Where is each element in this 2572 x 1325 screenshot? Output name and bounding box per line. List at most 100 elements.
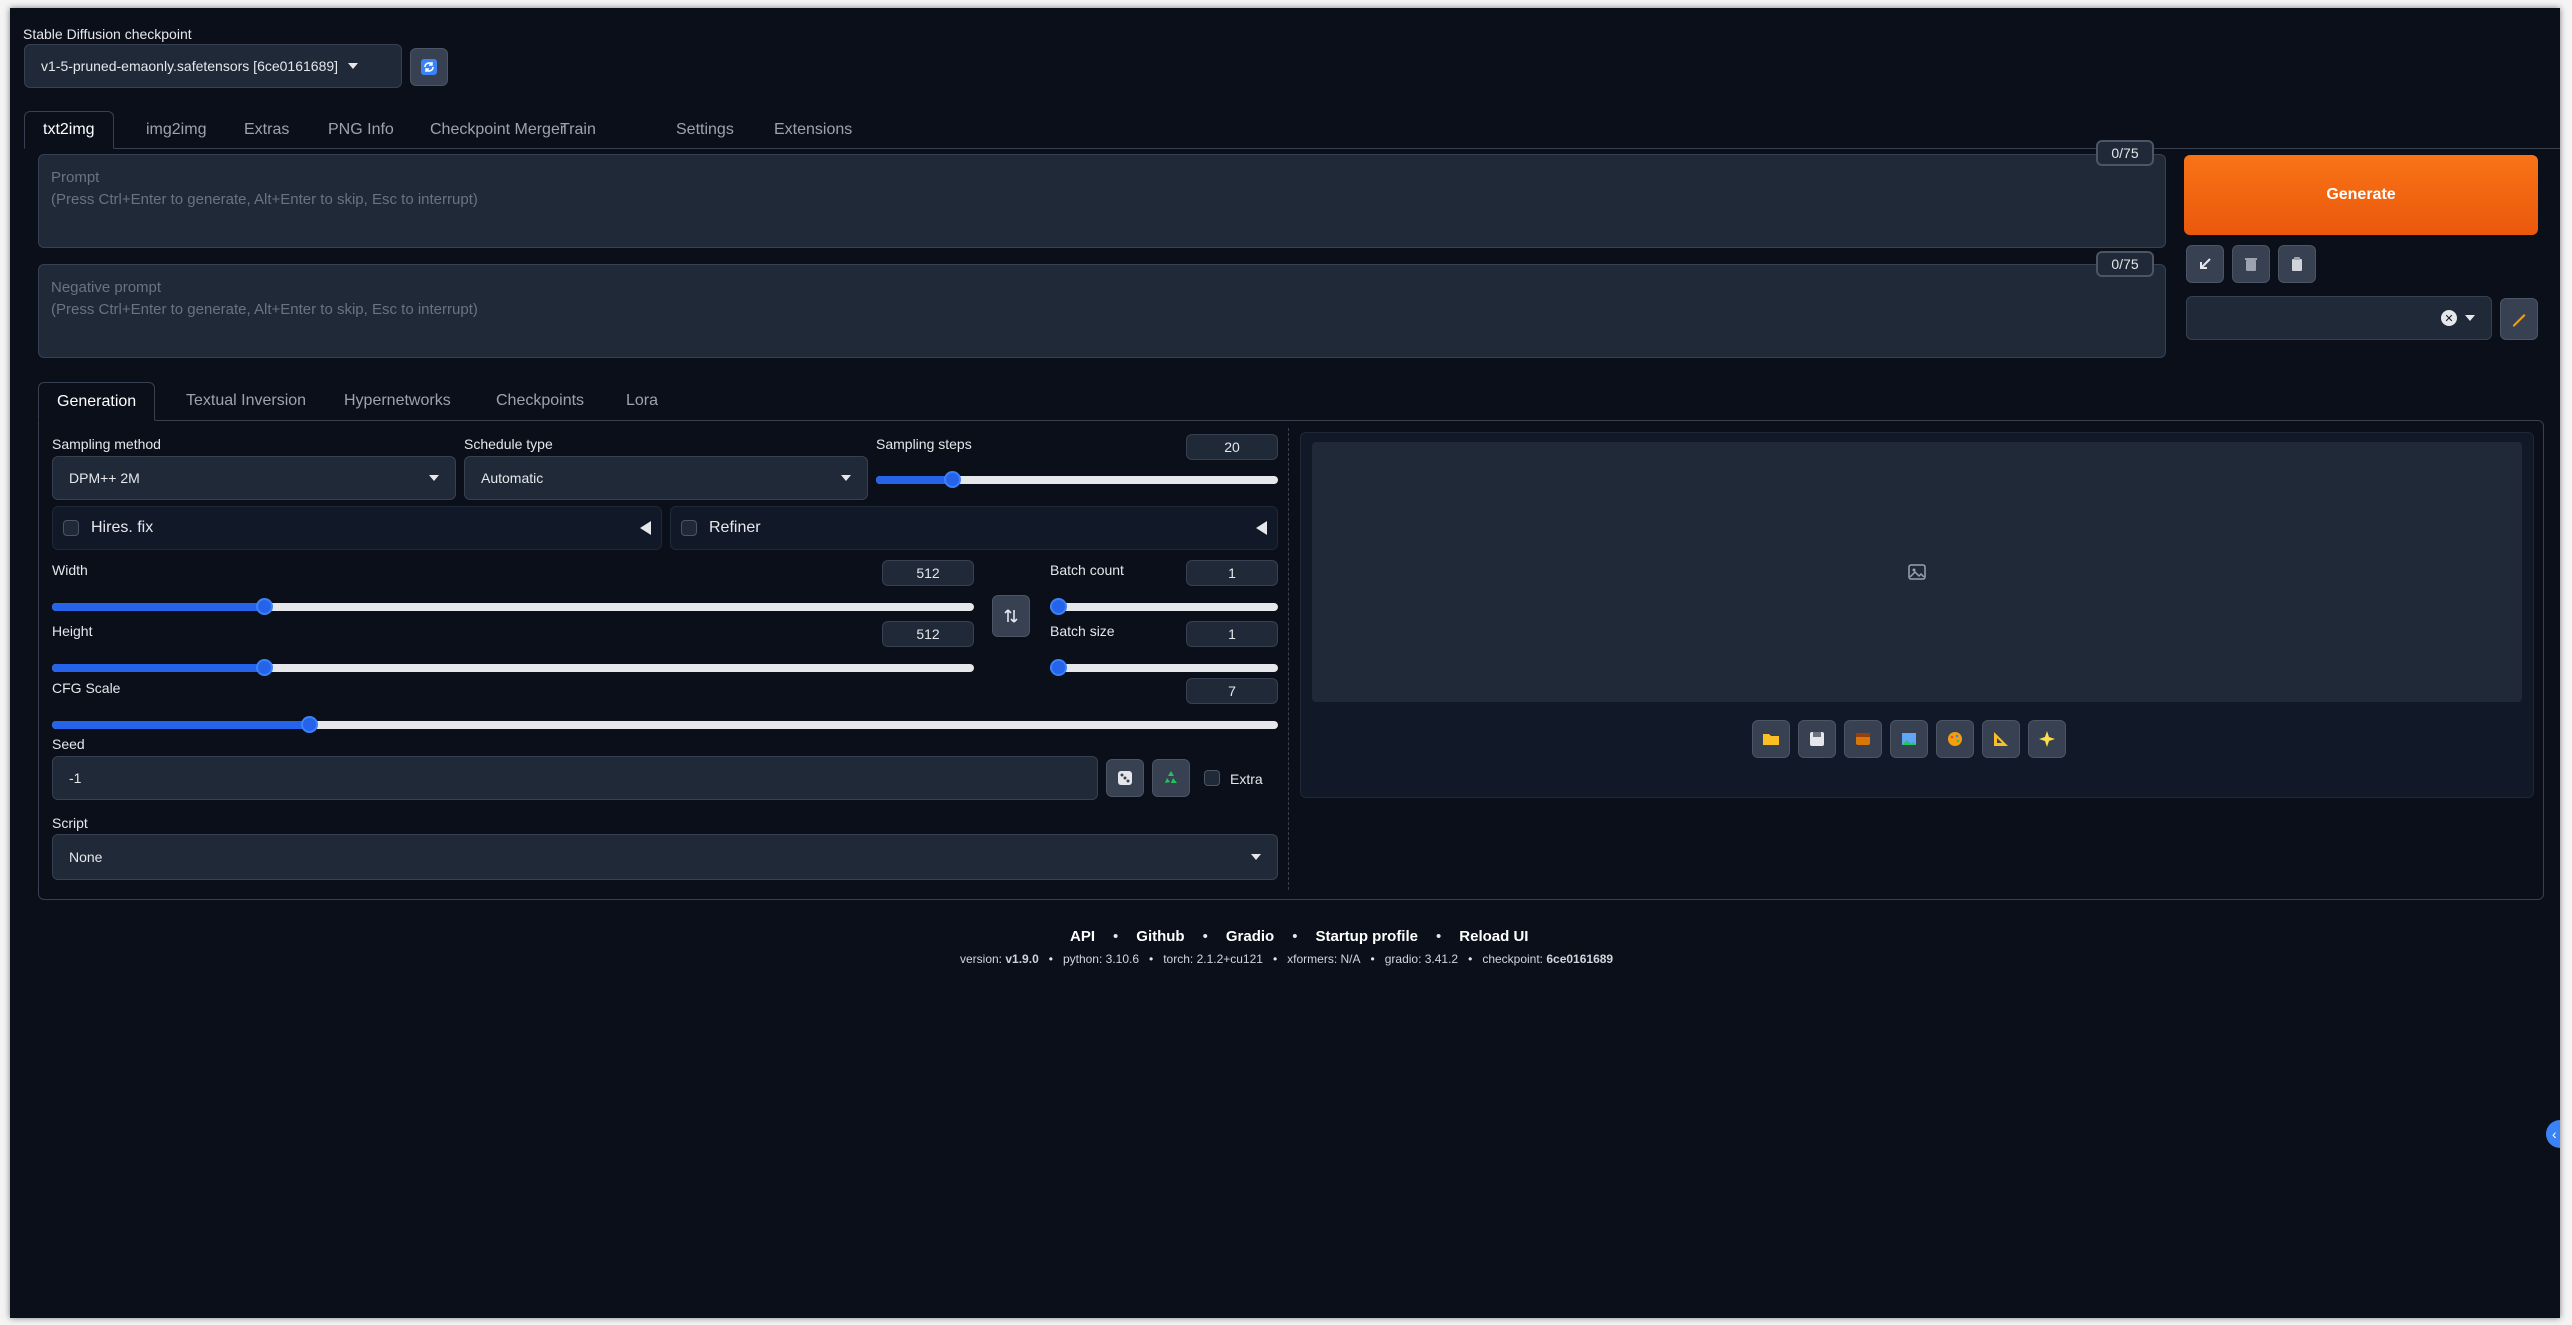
seed-input[interactable]: -1	[52, 756, 1098, 800]
tab-hypernetworks[interactable]: Hypernetworks	[326, 382, 469, 420]
paste-styles-button[interactable]	[2278, 245, 2316, 283]
refresh-checkpoint-button[interactable]	[410, 48, 448, 86]
tab-train[interactable]: Train	[542, 111, 614, 149]
slider-thumb[interactable]	[944, 471, 962, 488]
width-label: Width	[52, 562, 88, 578]
slider-fill	[52, 721, 310, 729]
checkpoint-value: v1-5-pruned-emaonly.safetensors [6ce0161…	[41, 58, 339, 74]
footer-links: API • Github • Gradio • Startup profile …	[1070, 928, 1528, 945]
refiner-accordion[interactable]: Refiner	[670, 506, 1278, 550]
batch-count-input[interactable]: 1	[1186, 560, 1278, 586]
footer-link-startup-profile[interactable]: Startup profile	[1315, 928, 1418, 945]
batch-size-input[interactable]: 1	[1186, 621, 1278, 647]
negative-prompt-textarea[interactable]: Negative prompt (Press Ctrl+Enter to gen…	[38, 264, 2166, 358]
tab-generation[interactable]: Generation	[38, 382, 156, 421]
negative-prompt-label: Negative prompt	[51, 279, 162, 296]
arrow-icon	[2200, 258, 2211, 269]
sampling-steps-label: Sampling steps	[876, 436, 972, 452]
tab-img2img[interactable]: img2img	[128, 111, 224, 149]
cfg-scale-slider[interactable]	[52, 716, 1278, 733]
schedule-type-value: Automatic	[481, 470, 544, 486]
schedule-type-dropdown[interactable]: Automatic	[464, 456, 868, 500]
sampling-method-value: DPM++ 2M	[69, 470, 140, 486]
tab-extensions[interactable]: Extensions	[756, 111, 870, 149]
send-to-inpaint-button[interactable]	[1936, 720, 1974, 758]
checkpoint-label: Stable Diffusion checkpoint	[23, 26, 192, 42]
slider-thumb[interactable]	[1050, 598, 1067, 615]
zip-button[interactable]	[1844, 720, 1882, 758]
slider-thumb[interactable]	[256, 659, 274, 676]
tab-extras[interactable]: Extras	[226, 111, 307, 149]
batch-size-slider[interactable]	[1050, 659, 1278, 676]
sampling-steps-input[interactable]: 20	[1186, 434, 1278, 460]
random-seed-button[interactable]	[1106, 759, 1144, 797]
version-value: v1.9.0	[1005, 952, 1039, 966]
tab-png-info[interactable]: PNG Info	[310, 111, 412, 149]
hires-fix-accordion[interactable]: Hires. fix	[52, 506, 662, 550]
sparkle-icon	[2039, 731, 2055, 747]
open-folder-button[interactable]	[1752, 720, 1790, 758]
generate-button[interactable]: Generate	[2184, 155, 2538, 235]
slider-fill	[52, 664, 265, 672]
cfg-scale-input[interactable]: 7	[1186, 678, 1278, 704]
script-dropdown[interactable]: None	[52, 834, 1278, 880]
slider-track[interactable]	[1050, 603, 1278, 611]
sampling-method-dropdown[interactable]: DPM++ 2M	[52, 456, 456, 500]
sampling-steps-slider[interactable]	[876, 471, 1278, 488]
clipboard-icon	[2292, 257, 2302, 271]
read-params-button[interactable]	[2186, 245, 2224, 283]
tab-checkpoints[interactable]: Checkpoints	[478, 382, 602, 420]
tab-textual-inversion[interactable]: Textual Inversion	[168, 382, 324, 420]
side-panel-toggle[interactable]: ‹	[2546, 1120, 2560, 1148]
slider-track[interactable]	[1050, 664, 1278, 672]
refiner-label: Refiner	[709, 519, 761, 536]
recycle-icon	[1165, 771, 1177, 783]
python-version: python: 3.10.6	[1062, 952, 1140, 966]
width-input[interactable]: 512	[882, 560, 974, 586]
chevron-down-icon	[429, 475, 439, 481]
height-slider[interactable]	[52, 659, 974, 676]
collapse-arrow-icon	[1256, 521, 1267, 535]
prompt-placeholder: (Press Ctrl+Enter to generate, Alt+Enter…	[51, 191, 478, 208]
reuse-seed-button[interactable]	[1152, 759, 1190, 797]
image-gallery	[1312, 442, 2522, 702]
prompt-textarea[interactable]: Prompt (Press Ctrl+Enter to generate, Al…	[38, 154, 2166, 248]
tab-lora[interactable]: Lora	[608, 382, 676, 420]
footer-separator: •	[1113, 928, 1119, 945]
output-toolbar	[1752, 720, 2066, 758]
send-to-extras-button[interactable]	[1982, 720, 2020, 758]
checkpoint-hash: 6ce0161689	[1546, 952, 1614, 966]
seed-label: Seed	[52, 736, 85, 752]
checkpoint-dropdown[interactable]: v1-5-pruned-emaonly.safetensors [6ce0161…	[24, 44, 402, 88]
save-button[interactable]	[1798, 720, 1836, 758]
slider-thumb[interactable]	[256, 598, 274, 615]
batch-count-slider[interactable]	[1050, 598, 1278, 615]
save-icon	[1810, 732, 1824, 746]
send-to-img2img-button[interactable]	[1890, 720, 1928, 758]
width-slider[interactable]	[52, 598, 974, 615]
swap-icon	[1004, 609, 1018, 623]
clear-icon[interactable]: ✕	[2441, 310, 2457, 326]
xformers-version: xformers: N/A	[1287, 952, 1361, 966]
extra-seed-checkbox[interactable]	[1204, 770, 1220, 786]
slider-thumb[interactable]	[1050, 659, 1067, 676]
clear-prompt-button[interactable]	[2232, 245, 2270, 283]
negative-prompt-token-counter: 0/75	[2096, 251, 2154, 277]
generate-extras-button[interactable]	[2028, 720, 2066, 758]
footer-link-reload-ui[interactable]: Reload UI	[1459, 928, 1528, 945]
styles-dropdown[interactable]: ✕	[2186, 296, 2492, 340]
swap-dimensions-button[interactable]	[992, 595, 1030, 637]
footer-link-gradio[interactable]: Gradio	[1226, 928, 1274, 945]
footer-link-api[interactable]: API	[1070, 928, 1095, 945]
tab-txt2img[interactable]: txt2img	[24, 111, 114, 149]
slider-thumb[interactable]	[301, 716, 319, 733]
chevron-down-icon	[1251, 854, 1261, 860]
footer-link-github[interactable]: Github	[1136, 928, 1184, 945]
refiner-checkbox[interactable]	[681, 520, 697, 536]
hires-fix-checkbox[interactable]	[63, 520, 79, 536]
image-placeholder-icon	[1908, 564, 1926, 580]
hires-fix-label: Hires. fix	[91, 519, 154, 536]
edit-styles-button[interactable]	[2500, 298, 2538, 340]
tab-settings[interactable]: Settings	[658, 111, 752, 149]
height-input[interactable]: 512	[882, 621, 974, 647]
